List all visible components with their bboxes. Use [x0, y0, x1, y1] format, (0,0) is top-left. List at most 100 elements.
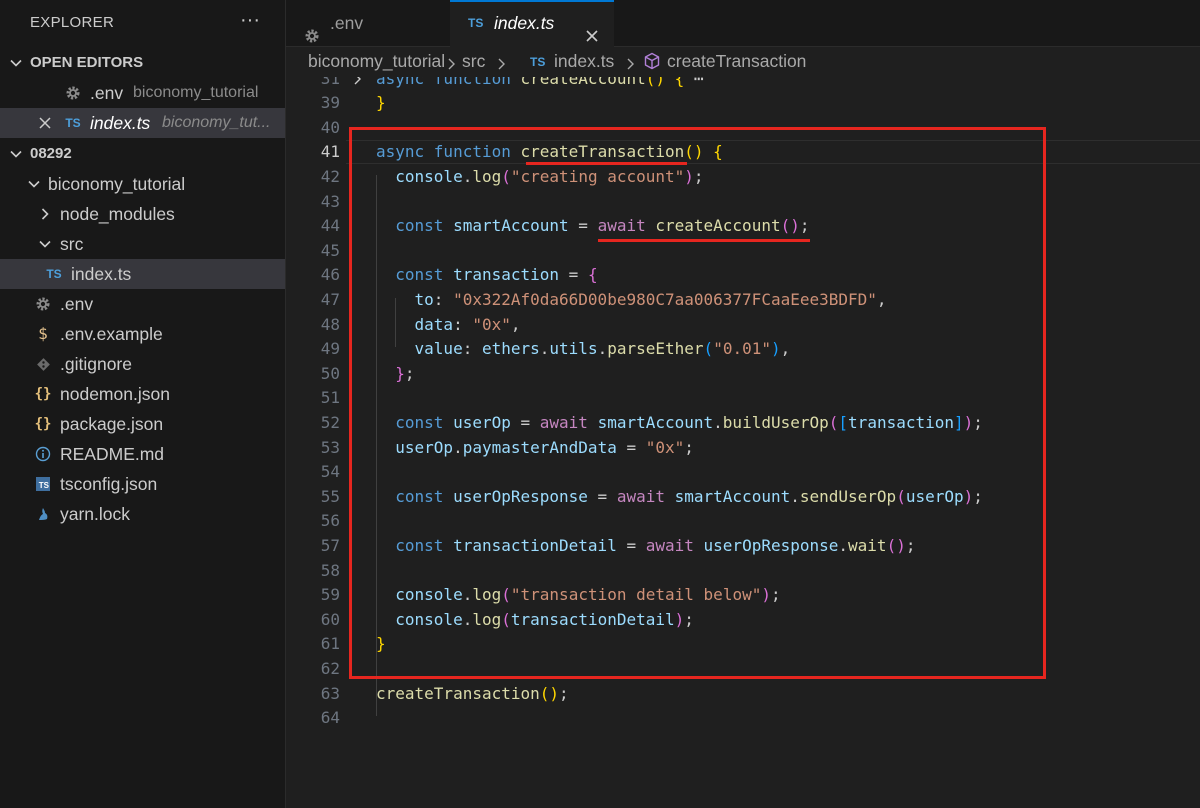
file-yarn-lock[interactable]: yarn.lock	[0, 499, 285, 529]
file-gitignore[interactable]: .gitignore	[0, 349, 285, 379]
code-token: {	[587, 265, 598, 285]
code-line[interactable]: 58	[286, 559, 1200, 584]
code-line[interactable]: 41 async function createTransaction() {	[286, 140, 1200, 165]
code-text: }	[376, 632, 386, 657]
code-line[interactable]: 31 async function createAccount() { ⋯	[286, 77, 1200, 91]
open-editor-index-ts[interactable]: TS index.ts biconomy_tut...	[0, 108, 285, 138]
open-editor-filename: index.ts	[90, 113, 151, 133]
workspace-title: 08292	[30, 145, 72, 162]
breadcrumb-folder[interactable]: src	[462, 51, 485, 72]
method-cube-icon	[643, 52, 661, 75]
line-number: 44	[320, 216, 340, 236]
code-token: )	[684, 166, 694, 186]
code-token: :	[462, 339, 482, 359]
open-editor-env[interactable]: .env biconomy_tutorial	[0, 78, 285, 108]
folder-node-modules[interactable]: node_modules	[0, 199, 285, 229]
chevron-right-icon	[446, 55, 458, 76]
code-text: console.log("creating account");	[376, 165, 703, 190]
tsconfig-badge: TS	[36, 477, 50, 491]
fold-chevron-icon[interactable]	[352, 77, 364, 91]
breadcrumb-folder[interactable]: biconomy_tutorial	[308, 51, 445, 72]
code-line[interactable]: 64	[286, 706, 1200, 731]
file-package-json[interactable]: {} package.json	[0, 409, 285, 439]
close-icon[interactable]	[34, 108, 56, 138]
code-line[interactable]: 57 const transactionDetail = await userO…	[286, 534, 1200, 559]
code-token: createAccount	[655, 216, 781, 236]
tab-env[interactable]: .env	[286, 0, 451, 46]
folder-src[interactable]: src	[0, 229, 285, 259]
code-token: "0x322Af0da66D00be980C7aa006377FCaaEee3B…	[453, 289, 877, 309]
code-line[interactable]: 62	[286, 657, 1200, 682]
code-line[interactable]: 43	[286, 190, 1200, 215]
file-tsconfig-json[interactable]: TS tsconfig.json	[0, 469, 285, 499]
code-line[interactable]: 39}	[286, 91, 1200, 116]
code-line[interactable]: 53 userOp.paymasterAndData = "0x";	[286, 436, 1200, 461]
code-text: data: "0x",	[376, 313, 521, 338]
code-token: .	[838, 535, 849, 555]
more-actions-icon[interactable]: ···	[240, 9, 260, 32]
code-line[interactable]: 49 value: ethers.utils.parseEther("0.01"…	[286, 337, 1200, 362]
code-token: .	[462, 585, 473, 605]
code-line[interactable]: 60 console.log(transactionDetail);	[286, 608, 1200, 633]
tree-item-label: package.json	[60, 414, 164, 434]
code-token: (	[501, 166, 511, 186]
code-line[interactable]: 63 createTransaction();	[286, 682, 1200, 707]
code-text: async function createTransaction() {	[376, 140, 723, 165]
breadcrumb-symbol[interactable]: createTransaction	[667, 51, 806, 72]
tree-item-label: index.ts	[71, 264, 132, 284]
code-line[interactable]: 61}	[286, 632, 1200, 657]
code-text: const userOpResponse = await smartAccoun…	[376, 485, 983, 510]
code-token: )	[963, 412, 974, 432]
typescript-file-icon: TS	[65, 116, 81, 130]
code-token: "0x"	[472, 314, 511, 334]
code-line[interactable]: 46 const transaction = {	[286, 263, 1200, 288]
code-token: userOp	[905, 486, 964, 506]
code-line[interactable]: 55 const userOpResponse = await smartAcc…	[286, 485, 1200, 510]
code-token: ,	[780, 339, 791, 359]
code-line[interactable]: 47 to: "0x322Af0da66D00be980C7aa006377FC…	[286, 288, 1200, 313]
line-number: 55	[320, 486, 340, 506]
code-line[interactable]: 56	[286, 509, 1200, 534]
breadcrumb-file[interactable]: index.ts	[554, 51, 614, 72]
code-line[interactable]: 51	[286, 386, 1200, 411]
code-token: function	[433, 142, 521, 162]
tsconfig-file-icon: TS	[32, 469, 54, 499]
tab-index-ts[interactable]: TS index.ts	[450, 0, 614, 47]
workspace-section[interactable]: 08292	[0, 139, 285, 169]
code-line[interactable]: 48 data: "0x",	[286, 313, 1200, 338]
code-editor[interactable]: 31 async function createAccount() { ⋯ 39} 4…	[286, 77, 1200, 808]
file-readme-md[interactable]: README.md	[0, 439, 285, 469]
code-token: await	[645, 535, 704, 555]
code-line[interactable]: 59 console.log("transaction detail below…	[286, 583, 1200, 608]
file-env[interactable]: .env	[0, 289, 285, 319]
code-line[interactable]: 42 console.log("creating account");	[286, 165, 1200, 190]
code-token: createAccount	[520, 77, 646, 88]
code-token: await	[539, 412, 598, 432]
file-nodemon-json[interactable]: {} nodemon.json	[0, 379, 285, 409]
code-token: .	[462, 609, 473, 629]
code-token: paymasterAndData	[462, 437, 617, 457]
code-token: {	[674, 77, 685, 88]
code-token: )	[770, 339, 781, 359]
code-line[interactable]: 45	[286, 239, 1200, 264]
code-line[interactable]: 44 const smartAccount = await createAcco…	[286, 214, 1200, 239]
code-line[interactable]: 40	[286, 116, 1200, 141]
file-index-ts[interactable]: TS index.ts	[0, 259, 285, 289]
code-token: :	[433, 289, 454, 309]
code-line[interactable]: 50 };	[286, 362, 1200, 387]
line-number: 51	[320, 388, 340, 408]
code-line[interactable]: 54	[286, 460, 1200, 485]
code-text: };	[376, 362, 414, 387]
line-number: 54	[320, 462, 340, 482]
folder-biconomy-tutorial[interactable]: biconomy_tutorial	[0, 169, 285, 199]
open-editors-section[interactable]: OPEN EDITORS	[0, 48, 285, 78]
code-token: ;	[684, 609, 694, 629]
file-env-example[interactable]: $ .env.example	[0, 319, 285, 349]
code-line[interactable]: 52 const userOp = await smartAccount.bui…	[286, 411, 1200, 436]
code-token: async	[376, 77, 434, 88]
code-token: const	[395, 265, 454, 285]
